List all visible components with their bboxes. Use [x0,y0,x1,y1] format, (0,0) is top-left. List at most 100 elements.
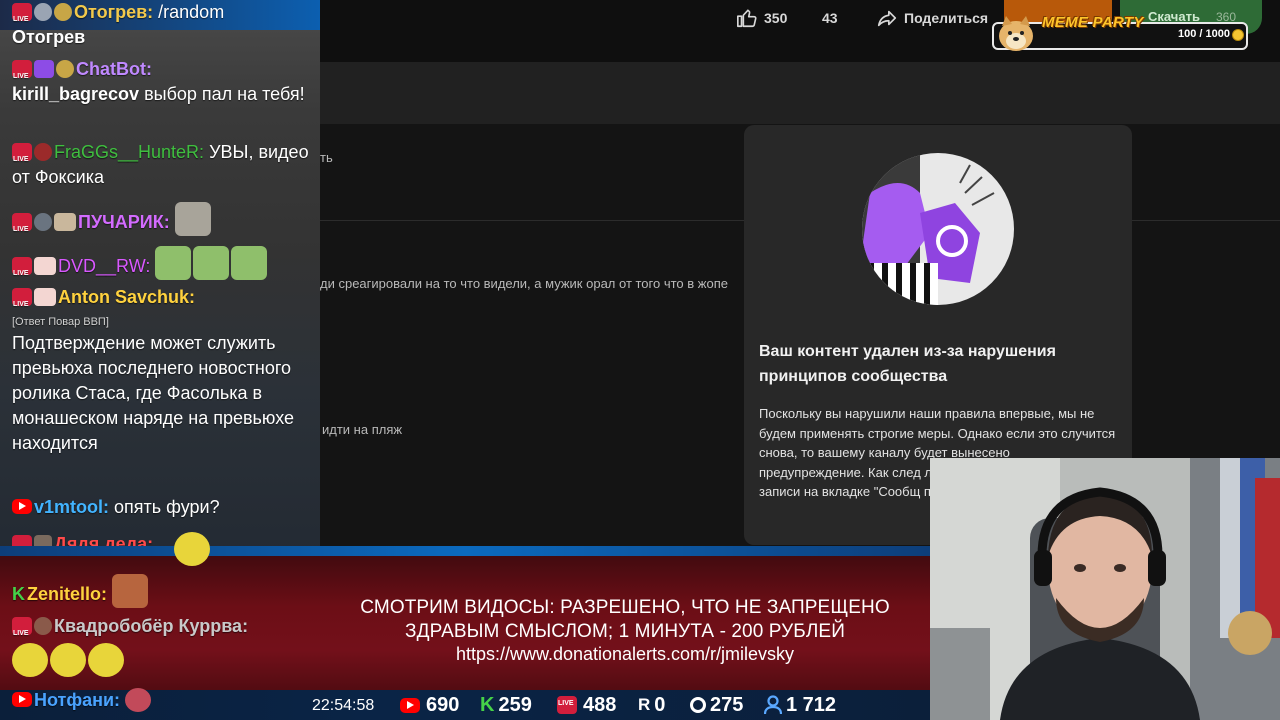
chat-text: /random [158,2,225,22]
chat-message: Отогрев: /random [12,0,312,32]
chat-username: kirill_bagrecov [12,84,140,104]
reply-label: [Ответ Повар ВВП] [12,316,109,328]
chat-message [12,643,312,677]
smiley-emote-icon [174,532,210,566]
streamer-camera-image [930,458,1280,720]
cat-emote-icon [174,202,211,236]
chat-username: Нотфани: [34,690,121,710]
youtube-icon [12,499,32,514]
thumbs-up-icon [737,9,757,28]
chat-panel: Отогрев: /random Отогрев ChatBot: kirill… [0,0,320,560]
like-button[interactable]: 350 [736,4,787,32]
donation-link: https://www.donationalerts.com/r/jmilevs… [455,644,795,664]
avatar-icon [34,143,52,161]
meme-party-progress: 100 / 1000 [1178,28,1230,40]
chat-username: Anton Savchuk: [58,287,196,307]
avatar-icon [54,213,76,231]
avatar-icon [34,3,52,21]
chat-text: Отогрев [12,27,86,47]
chat-username: Zenitello: [27,584,107,604]
chat-message: Нотфани: [12,688,312,713]
live-badge-icon [12,617,32,646]
ghost-text: ть [320,150,333,165]
chat-text: выбор пал на тебя! [139,84,305,104]
chat-username: FraGGs__HunteR: [54,142,205,162]
youtube-icon [400,697,420,713]
live-badge-icon [12,213,32,242]
live-badge-icon [12,288,32,317]
frog-emote-icon [193,246,230,280]
smiley-emote-icon [50,643,86,677]
chat-message: DVD__RW: [12,246,312,286]
rutube-icon: R [638,695,651,714]
live-badge-icon [12,60,32,89]
live-badge-icon [12,143,32,172]
stat-value: 1 712 [786,693,837,716]
avatar-icon [34,617,52,635]
chat-message [174,532,214,566]
chat-message: K Zenitello: [12,574,312,608]
chat-message: Anton Savchuk: [12,285,312,317]
chat-message: Отогрев [12,25,312,50]
stat-value: 0 [654,693,666,716]
stat-value: 488 [583,693,617,716]
chat-message: kirill_bagrecov выбор пал на тебя! [12,82,312,107]
dialog-title: Ваш контент удален из-за нарушения принц… [759,343,1056,385]
stat-rutube: R 0 [638,693,665,717]
rules-line: ЗДРАВЫМ СМЫСЛОМ; 1 МИНУТА - 200 РУБЛЕЙ [405,621,845,642]
stat-value: 690 [426,693,460,716]
avatar-icon [56,60,74,78]
live-badge-icon [12,3,32,32]
avatar-icon [54,3,72,21]
rules-line: СМОТРИМ ВИДОСЫ: РАЗРЕШЕНО, ЧТО НЕ ЗАПРЕЩ… [360,597,890,618]
stream-clock: 22:54:58 [312,697,375,714]
ghost-text: ди среагировали на то что видели, а мужи… [320,276,728,291]
share-icon [877,10,897,27]
stat-vk-live: 488 [557,693,616,717]
stat-trovo: 275 [690,693,743,717]
stat-kick: K 259 [480,693,532,717]
live-badge-icon [557,696,577,714]
dislike-count: 43 [822,10,838,26]
avatar-icon [34,257,56,275]
chat-message: ПУЧАРИК: [12,202,312,242]
policy-violation-illustration [862,153,1014,305]
chat-text: опять фури? [109,497,220,517]
frog-emote-icon [155,246,192,280]
stat-youtube: 690 [400,693,459,717]
avatar-icon [34,288,56,306]
ghost-text: идти на пляж [322,422,403,437]
webcam-feed [930,458,1280,720]
youtube-description-band [320,62,1280,124]
like-count: 350 [764,10,788,26]
trovo-icon [690,697,706,713]
chat-username: DVD__RW: [58,256,151,276]
chat-message: [Ответ Повар ВВП] Подтверждение может сл… [12,313,312,456]
chat-message: v1mtool: опять фури? [12,495,312,520]
verified-icon [34,213,52,231]
youtube-icon [12,692,32,707]
stat-value: 275 [710,693,744,716]
smiley-emote-icon [88,643,124,677]
meme-party-widget: MEME PARTY 100 / 1000 [992,14,1248,52]
chat-username: Квадробобёр Куррва: [54,616,249,636]
stat-total-viewers: 1 712 [764,693,836,717]
avatar-icon [125,688,152,712]
dislike-button[interactable]: 43 [822,4,838,32]
chat-message: Квадробобёр Куррва: [12,614,312,646]
chat-message: ChatBot: [12,57,312,89]
share-button[interactable]: Поделиться [876,4,988,32]
chat-username: v1mtool: [34,497,110,517]
chat-message: FraGGs__HunteR: УВЫ, видео от Фоксика [12,140,312,190]
chat-username: Отогрев: [74,2,154,22]
smiley-emote-icon [12,643,48,677]
chat-username: ChatBot: [76,59,152,79]
face-emote-icon [112,574,149,608]
viewer-icon [764,695,782,715]
frog-emote-icon [231,246,268,280]
share-label: Поделиться [904,10,989,26]
kick-icon: K [12,584,25,604]
live-badge-icon [12,257,32,286]
chat-username: ПУЧАРИК: [78,212,170,232]
stream-rules: СМОТРИМ ВИДОСЫ: РАЗРЕШЕНО, ЧТО НЕ ЗАПРЕЩ… [325,596,925,644]
